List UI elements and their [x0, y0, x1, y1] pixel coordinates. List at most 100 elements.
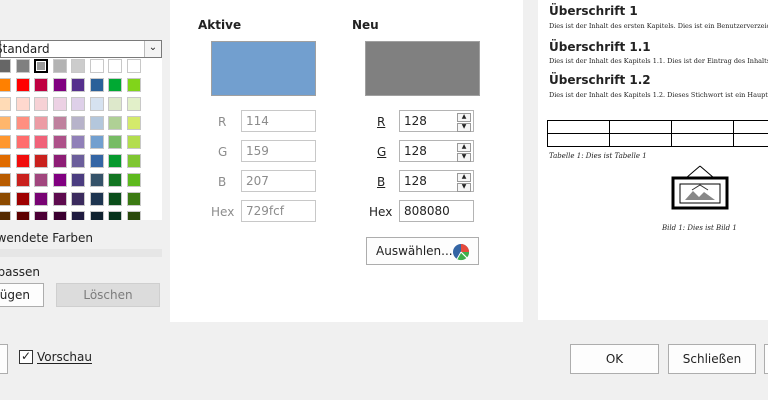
color-swatch[interactable]: [0, 211, 11, 220]
color-swatch[interactable]: [108, 211, 122, 220]
ok-button[interactable]: OK: [570, 344, 659, 374]
color-swatch[interactable]: [89, 78, 104, 92]
spin-arrows-icon[interactable]: ▲ ▼: [457, 143, 471, 162]
color-swatch[interactable]: [71, 59, 85, 73]
color-swatch[interactable]: [34, 116, 48, 130]
new-b-spinbox[interactable]: 128 ▲ ▼: [399, 170, 474, 192]
color-swatch[interactable]: [15, 192, 30, 206]
color-swatch[interactable]: [52, 154, 67, 168]
color-swatch[interactable]: [0, 135, 11, 149]
color-swatch[interactable]: [89, 97, 104, 111]
color-swatch[interactable]: [71, 211, 85, 220]
color-swatch[interactable]: [34, 59, 48, 73]
color-swatch[interactable]: [0, 173, 11, 187]
color-swatch[interactable]: [52, 192, 67, 206]
color-swatch[interactable]: [0, 154, 11, 168]
spin-arrows-icon[interactable]: ▲ ▼: [457, 113, 471, 132]
preview-paragraph-1-1: Dies ist der Inhalt des Kapitels 1.1. Di…: [549, 57, 768, 65]
color-swatch[interactable]: [15, 97, 30, 111]
color-swatch[interactable]: [34, 78, 48, 92]
color-swatch[interactable]: [108, 192, 122, 206]
spin-arrows-icon[interactable]: ▲ ▼: [457, 173, 471, 192]
color-swatch[interactable]: [108, 154, 122, 168]
color-swatch[interactable]: [126, 78, 141, 92]
color-swatch[interactable]: [108, 116, 122, 130]
color-swatch[interactable]: [108, 97, 122, 111]
color-swatch[interactable]: [15, 78, 30, 92]
color-swatch[interactable]: [34, 173, 48, 187]
color-swatch[interactable]: [89, 154, 104, 168]
color-swatch[interactable]: [108, 135, 122, 149]
color-swatch[interactable]: [34, 135, 48, 149]
color-swatch[interactable]: [15, 173, 30, 187]
preview-paragraph-1-2: Dies ist der Inhalt des Kapitels 1.2. Di…: [549, 91, 768, 99]
delete-color-button[interactable]: Löschen: [56, 283, 160, 307]
color-swatch[interactable]: [126, 173, 141, 187]
preview-paragraph-1: Dies ist der Inhalt des ersten Kapitels.…: [549, 22, 768, 30]
cancel-button[interactable]: [764, 344, 768, 374]
color-swatch[interactable]: [126, 97, 141, 111]
color-swatch[interactable]: [52, 211, 67, 220]
color-swatch[interactable]: [108, 59, 122, 73]
color-swatch[interactable]: [71, 116, 85, 130]
color-swatch[interactable]: [15, 211, 30, 220]
color-swatch[interactable]: [0, 78, 11, 92]
add-color-button[interactable]: Hinzufügen: [0, 283, 44, 307]
color-swatch[interactable]: [89, 116, 104, 130]
color-swatch[interactable]: [34, 97, 48, 111]
color-swatch[interactable]: [52, 116, 67, 130]
color-swatch[interactable]: [89, 173, 104, 187]
color-swatch[interactable]: [52, 59, 67, 73]
color-swatch[interactable]: [15, 135, 30, 149]
new-hex-label: Hex: [369, 205, 393, 219]
color-swatch[interactable]: [0, 59, 11, 73]
color-swatch[interactable]: [52, 135, 67, 149]
color-swatch[interactable]: [52, 97, 67, 111]
new-r-spinbox[interactable]: 128 ▲ ▼: [399, 110, 474, 132]
close-button[interactable]: Schließen: [668, 344, 756, 374]
color-swatch[interactable]: [89, 192, 104, 206]
palette-select[interactable]: Standard ⌄: [0, 40, 162, 58]
color-swatch[interactable]: [0, 192, 11, 206]
help-button[interactable]: [0, 344, 8, 374]
color-swatch[interactable]: [126, 211, 141, 220]
color-swatch[interactable]: [0, 116, 11, 130]
active-hex-label: Hex: [211, 205, 235, 219]
color-swatch[interactable]: [108, 173, 122, 187]
active-g-field: 159: [241, 140, 316, 162]
color-swatch[interactable]: [52, 173, 67, 187]
color-swatch[interactable]: [71, 78, 85, 92]
color-swatch[interactable]: [126, 59, 141, 73]
color-swatch[interactable]: [71, 154, 85, 168]
color-swatch[interactable]: [71, 173, 85, 187]
active-b-label: B: [218, 175, 227, 189]
color-swatch[interactable]: [126, 116, 141, 130]
color-swatch[interactable]: [0, 97, 11, 111]
color-swatch[interactable]: [89, 135, 104, 149]
active-g-label: G: [218, 145, 228, 159]
color-swatch[interactable]: [52, 78, 67, 92]
chevron-down-icon[interactable]: ⌄: [144, 41, 161, 57]
active-color-swatch: [211, 41, 316, 96]
color-swatch[interactable]: [15, 116, 30, 130]
color-swatch[interactable]: [34, 154, 48, 168]
new-hex-field[interactable]: 808080: [399, 200, 474, 222]
recent-colors-strip[interactable]: [0, 249, 162, 257]
new-g-spinbox[interactable]: 128 ▲ ▼: [399, 140, 474, 162]
color-swatch[interactable]: [108, 78, 122, 92]
color-swatch[interactable]: [15, 59, 30, 73]
pick-color-button[interactable]: Auswählen...: [366, 237, 479, 265]
preview-checkbox[interactable]: ✓: [19, 350, 33, 364]
preview-heading-1-1: Überschrift 1.1: [549, 40, 651, 54]
color-swatch[interactable]: [15, 154, 30, 168]
color-swatch[interactable]: [71, 97, 85, 111]
color-swatch[interactable]: [71, 135, 85, 149]
color-swatch[interactable]: [126, 154, 141, 168]
color-swatch[interactable]: [126, 135, 141, 149]
color-swatch[interactable]: [34, 211, 48, 220]
color-swatch[interactable]: [89, 59, 104, 73]
color-swatch[interactable]: [89, 211, 104, 220]
color-swatch[interactable]: [126, 192, 141, 206]
color-swatch[interactable]: [34, 192, 48, 206]
color-swatch[interactable]: [71, 192, 85, 206]
